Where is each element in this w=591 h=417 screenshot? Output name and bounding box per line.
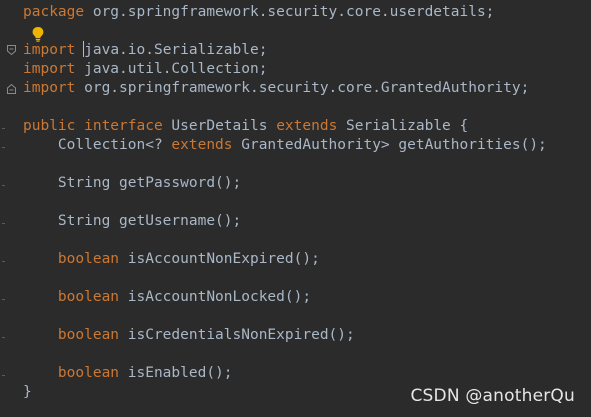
gutter-marker <box>2 128 5 129</box>
code-keyword: import <box>23 61 76 77</box>
gutter-marker <box>2 185 5 186</box>
code-text: UserDetails <box>162 118 277 134</box>
code-line[interactable]: import org.springframework.security.core… <box>23 79 591 98</box>
gutter-marker <box>2 223 5 224</box>
code-area[interactable]: package org.springframework.security.cor… <box>23 3 591 402</box>
code-line[interactable]: boolean isEnabled(); <box>23 364 591 383</box>
code-text: String getUsername(); <box>23 213 242 229</box>
code-text: } <box>23 384 32 400</box>
gutter-marker <box>2 375 5 376</box>
code-text: java.util.Collection; <box>75 61 268 77</box>
code-keyword: package <box>23 4 85 20</box>
code-line[interactable]: Collection<? extends GrantedAuthority> g… <box>23 136 591 155</box>
code-text: isAccountNonLocked(); <box>119 289 312 305</box>
gutter-marker <box>2 261 5 262</box>
code-line[interactable]: String getUsername(); <box>23 212 591 231</box>
code-text: isCredentialsNonExpired(); <box>119 327 355 343</box>
code-keyword: public interface <box>23 118 163 134</box>
code-text: Serializable { <box>337 118 469 134</box>
code-keyword: boolean <box>57 289 120 305</box>
code-line[interactable] <box>23 345 591 364</box>
code-editor[interactable]: package org.springframework.security.cor… <box>0 0 591 417</box>
code-line[interactable]: boolean isCredentialsNonExpired(); <box>23 326 591 345</box>
code-text: String getPassword(); <box>23 175 242 191</box>
code-keyword: boolean <box>57 327 120 343</box>
code-line[interactable]: boolean isAccountNonExpired(); <box>23 250 591 269</box>
code-text: org.springframework.security.core.Grante… <box>75 80 530 96</box>
code-keyword: boolean <box>57 251 120 267</box>
code-line[interactable]: String getPassword(); <box>23 174 591 193</box>
code-keyword: boolean <box>57 365 120 381</box>
code-line[interactable]: boolean isAccountNonLocked(); <box>23 288 591 307</box>
code-line[interactable] <box>23 307 591 326</box>
watermark: CSDN @anotherQu <box>410 386 575 406</box>
code-line[interactable]: import java.io.Serializable; <box>23 41 591 60</box>
code-keyword: extends <box>171 137 233 153</box>
code-line[interactable]: import java.util.Collection; <box>23 60 591 79</box>
code-line[interactable]: package org.springframework.security.cor… <box>23 3 591 22</box>
code-line[interactable] <box>23 193 591 212</box>
gutter-marker <box>2 337 5 338</box>
code-line[interactable] <box>23 22 591 41</box>
code-keyword: import <box>23 42 76 58</box>
code-line[interactable] <box>23 231 591 250</box>
editor-gutter <box>0 0 18 417</box>
gutter-marker <box>2 299 5 300</box>
code-text: org.springframework.security.core.userde… <box>84 4 495 20</box>
fold-end-icon[interactable] <box>7 84 16 94</box>
code-keyword: extends <box>276 118 338 134</box>
code-keyword: import <box>23 80 76 96</box>
fold-start-icon[interactable] <box>7 45 16 55</box>
code-text: GrantedAuthority> getAuthorities(); <box>232 137 547 153</box>
code-line[interactable] <box>23 98 591 117</box>
gutter-marker <box>2 147 5 148</box>
code-line[interactable] <box>23 269 591 288</box>
code-line[interactable] <box>23 155 591 174</box>
code-text: isAccountNonExpired(); <box>119 251 320 267</box>
code-text: isEnabled(); <box>119 365 233 381</box>
code-text: java.io.Serializable; <box>84 42 268 58</box>
code-line[interactable]: public interface UserDetails extends Ser… <box>23 117 591 136</box>
code-text: Collection<? <box>23 137 172 153</box>
